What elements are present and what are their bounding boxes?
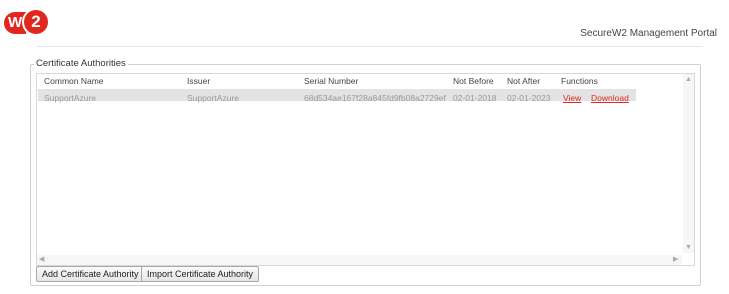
column-header-not-after[interactable]: Not After [507,76,540,86]
cell-common-name: SupportAzure [44,93,96,103]
cell-not-before: 02-01-2018 [453,93,497,103]
scroll-right-icon[interactable]: ▶ [673,256,678,264]
add-certificate-authority-button[interactable]: Add Certificate Authority [36,266,145,282]
scroll-left-icon[interactable]: ◀ [39,256,44,264]
column-header-issuer[interactable]: Issuer [187,76,210,86]
certificate-authorities-table: Common Name Issuer Serial Number Not Bef… [36,73,695,266]
logo-w: W [4,12,26,34]
horizontal-scrollbar[interactable]: ◀ ▶ [37,255,682,265]
cell-not-after: 02-01-2023 [507,93,551,103]
cell-issuer: SupportAzure [187,93,239,103]
cell-serial-number: 68d534ae167f28a845fd9fb08a2729ef [304,93,446,103]
column-header-functions: Functions [561,76,598,86]
column-header-common-name[interactable]: Common Name [44,76,104,86]
view-link[interactable]: View [563,93,581,103]
column-header-not-before[interactable]: Not Before [453,76,494,86]
scroll-up-icon[interactable]: ▲ [685,76,692,84]
securew2-logo: W 2 [4,10,48,34]
certificate-authorities-legend: Certificate Authorities [34,58,128,69]
header-divider [36,46,703,47]
import-certificate-authority-button[interactable]: Import Certificate Authority [141,266,260,282]
vertical-scrollbar[interactable]: ▲ ▼ [683,74,694,253]
portal-title: SecureW2 Management Portal [580,28,717,39]
scroll-down-icon[interactable]: ▼ [685,244,692,252]
download-link[interactable]: Download [591,93,629,103]
logo-2: 2 [24,10,48,34]
column-header-serial-number[interactable]: Serial Number [304,76,358,86]
